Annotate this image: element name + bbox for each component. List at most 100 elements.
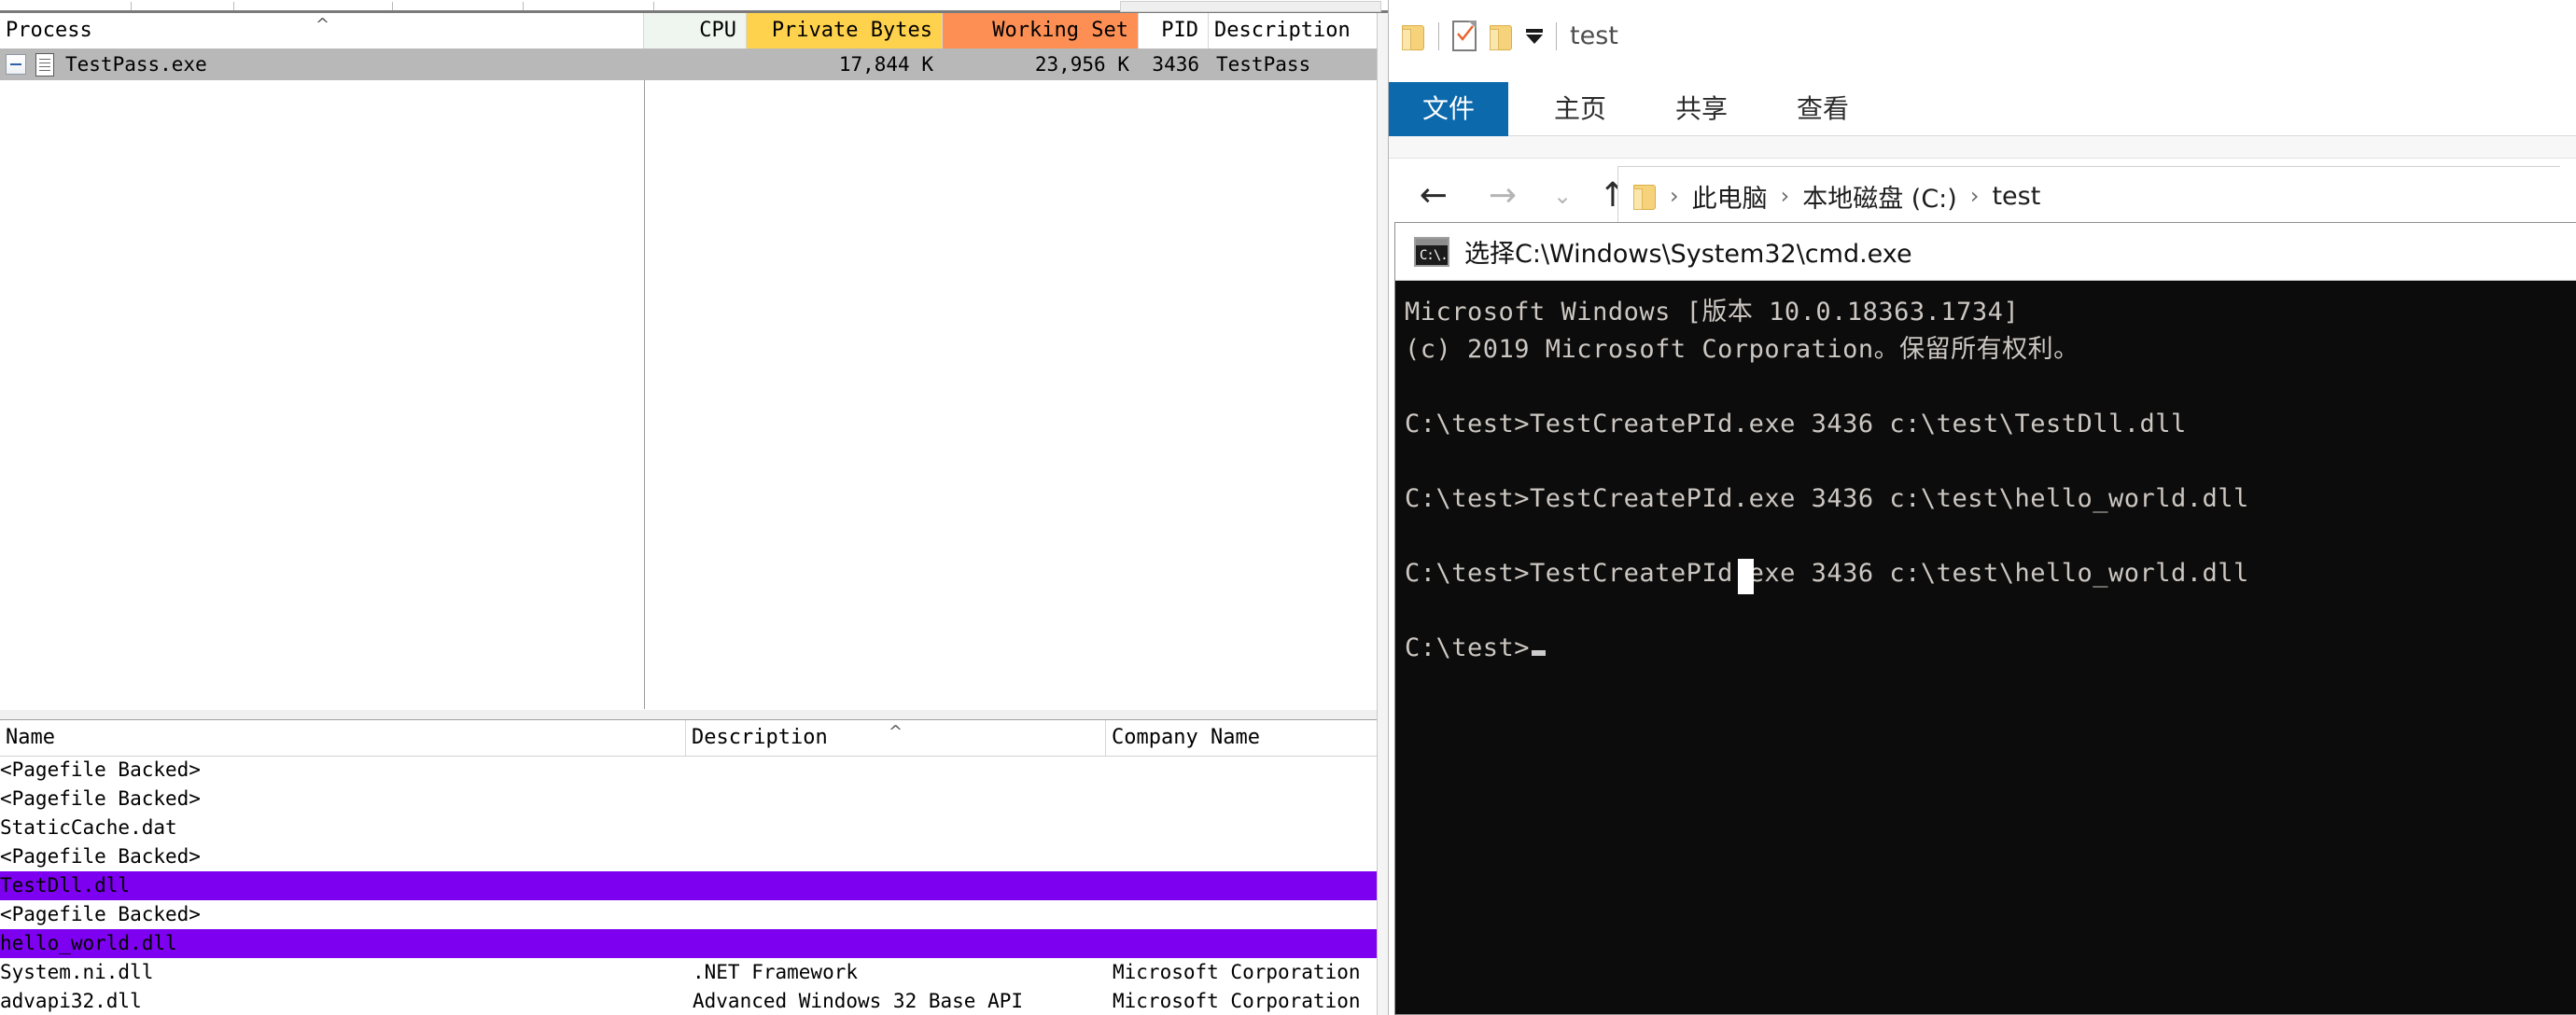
checkmark-icon xyxy=(1457,25,1474,41)
quick-access-toolbar[interactable]: test xyxy=(1402,21,1618,51)
console-line: C:\test>TestCreatePId.exe 3436 c:\test\h… xyxy=(1405,559,2249,588)
cell-dll-description xyxy=(693,756,1103,785)
ribbon-tab-strip[interactable]: 文件 主页 共享 查看 xyxy=(1389,82,2576,136)
cell-dll-name: System.ni.dll xyxy=(0,961,154,983)
breadcrumb-folder-icon xyxy=(1633,182,1657,210)
process-list-header[interactable]: Process ^ CPU Private Bytes Working Set … xyxy=(0,13,1377,49)
cell-pid: 3436 xyxy=(1152,53,1199,76)
cmd-icon: C:\. xyxy=(1414,236,1449,267)
tab-view[interactable]: 查看 xyxy=(1771,82,1874,136)
cell-dll-company: Microsoft Corporation xyxy=(1113,990,1361,1012)
process-file-icon xyxy=(35,53,54,76)
list-item[interactable]: <Pagefile Backed> xyxy=(0,842,1377,871)
cell-dll-name: <Pagefile Backed> xyxy=(0,787,201,810)
cell-description: TestPass xyxy=(1216,53,1311,76)
pane-splitter[interactable] xyxy=(0,709,1377,720)
tab-share[interactable]: 共享 xyxy=(1650,82,1753,136)
cell-dll-name: TestDll.dll xyxy=(0,874,131,897)
list-item[interactable]: System.ni.dll .NET Framework Microsoft C… xyxy=(0,958,1377,987)
sort-ascending-icon: ^ xyxy=(315,15,330,35)
cell-dll-name: <Pagefile Backed> xyxy=(0,758,201,781)
cell-dll-name: <Pagefile Backed> xyxy=(0,903,201,925)
explorer-title-bar: test xyxy=(1389,0,2576,82)
dll-list-header[interactable]: Name Description ^ Company Name xyxy=(0,720,1377,757)
cell-dll-description xyxy=(693,929,1103,958)
cell-dll-company xyxy=(1113,813,1377,842)
list-item[interactable]: <Pagefile Backed> xyxy=(0,900,1377,929)
toolbar-divider-2 xyxy=(1556,21,1557,50)
tab-file[interactable]: 文件 xyxy=(1389,82,1508,136)
cell-dll-description: Advanced Windows 32 Base API xyxy=(693,990,1024,1012)
console-output[interactable]: Microsoft Windows [版本 10.0.18363.1734] (… xyxy=(1395,281,2576,1014)
console-line: (c) 2019 Microsoft Corporation。保留所有权利。 xyxy=(1405,335,2079,364)
block-cursor xyxy=(1738,559,1754,594)
toolbar-divider xyxy=(1438,21,1439,50)
forward-button[interactable]: → xyxy=(1478,172,1527,220)
column-header-company-name[interactable]: Company Name xyxy=(1106,720,1377,756)
folder-icon[interactable] xyxy=(1402,22,1425,50)
column-header-private-bytes[interactable]: Private Bytes xyxy=(747,13,943,49)
cell-dll-description xyxy=(693,785,1103,813)
breadcrumb-item-test[interactable]: test xyxy=(1992,182,2040,211)
cell-dll-description xyxy=(693,813,1103,842)
cell-dll-name: hello_world.dll xyxy=(0,932,177,954)
process-list-pane[interactable]: Process ^ CPU Private Bytes Working Set … xyxy=(0,13,1377,709)
list-item[interactable]: StaticCache.dat xyxy=(0,813,1377,842)
console-line: C:\test>TestCreatePId.exe 3436 c:\test\T… xyxy=(1405,410,2187,438)
text-caret xyxy=(1532,650,1547,656)
console-prompt-line: C:\test> xyxy=(1405,630,2576,667)
cell-dll-description xyxy=(693,900,1103,929)
column-header-pid[interactable]: PID xyxy=(1139,13,1209,49)
cell-dll-company xyxy=(1113,842,1377,871)
cell-dll-company: Microsoft Corporation xyxy=(1113,961,1361,983)
cell-dll-company xyxy=(1113,785,1377,813)
sort-ascending-icon: ^ xyxy=(889,722,903,742)
cell-cpu xyxy=(644,49,747,80)
column-header-description[interactable]: Description xyxy=(1209,13,1377,49)
list-item[interactable]: <Pagefile Backed> xyxy=(0,785,1377,813)
cell-dll-name: StaticCache.dat xyxy=(0,816,177,839)
customize-caret-icon[interactable] xyxy=(1526,34,1543,44)
list-item[interactable]: hello_world.dll xyxy=(0,929,1377,958)
breadcrumb-separator: › xyxy=(1969,183,1980,209)
cell-dll-name: advapi32.dll xyxy=(0,990,142,1012)
console-title-bar: C:\. 选择C:\Windows\System32\cmd.exe xyxy=(1395,223,2576,281)
cell-dll-description xyxy=(693,871,1103,900)
breadcrumb-item-this-pc[interactable]: 此电脑 xyxy=(1692,178,1768,215)
cell-private-bytes: 17,844 K xyxy=(838,53,933,76)
table-row[interactable]: TestPass.exe 17,844 K 23,956 K 3436 Test… xyxy=(0,49,1377,80)
tab-home[interactable]: 主页 xyxy=(1529,82,1631,136)
cell-dll-name: <Pagefile Backed> xyxy=(0,845,201,868)
cell-dll-company xyxy=(1113,900,1377,929)
breadcrumb-item-local-disk[interactable]: 本地磁盘 (C:) xyxy=(1802,178,1957,215)
recent-locations-button[interactable]: ⌄ xyxy=(1538,172,1587,220)
breadcrumb-separator: › xyxy=(1780,183,1790,209)
dll-list-pane[interactable]: Name Description ^ Company Name <Pagefil… xyxy=(0,720,1377,1015)
console-line: C:\test>TestCreatePId.exe 3436 c:\test\h… xyxy=(1405,484,2249,513)
breadcrumb[interactable]: › 此电脑 › 本地磁盘 (C:) › test xyxy=(1617,166,2560,226)
expander-collapse-icon[interactable] xyxy=(6,54,26,75)
cell-dll-company xyxy=(1113,871,1377,900)
column-divider xyxy=(644,49,645,709)
cell-process-name: TestPass.exe xyxy=(65,53,207,76)
list-item[interactable]: <Pagefile Backed> xyxy=(0,756,1377,785)
console-line: Microsoft Windows [版本 10.0.18363.1734] xyxy=(1405,298,2020,327)
cell-dll-description xyxy=(693,842,1103,871)
ribbon-body xyxy=(1389,136,2576,159)
list-item[interactable]: advapi32.dll Advanced Windows 32 Base AP… xyxy=(0,987,1377,1015)
cmd-console-window[interactable]: C:\. 选择C:\Windows\System32\cmd.exe Micro… xyxy=(1394,222,2576,1015)
cell-dll-company xyxy=(1113,929,1377,958)
properties-icon[interactable] xyxy=(1452,21,1477,51)
list-item[interactable]: TestDll.dll xyxy=(0,871,1377,900)
column-header-working-set[interactable]: Working Set xyxy=(943,13,1139,49)
column-header-cpu[interactable]: CPU xyxy=(644,13,747,49)
cell-dll-description: .NET Framework xyxy=(693,961,859,983)
column-header-name[interactable]: Name xyxy=(0,720,686,756)
new-folder-icon[interactable] xyxy=(1490,22,1513,50)
back-button[interactable]: ← xyxy=(1409,172,1458,220)
console-title: 选择C:\Windows\System32\cmd.exe xyxy=(1464,240,1912,269)
